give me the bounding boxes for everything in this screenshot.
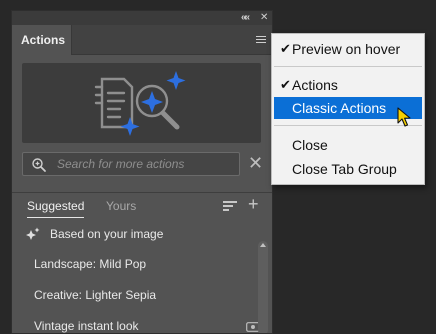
checkmark-icon: ✔ <box>280 77 291 92</box>
actions-illustration-icon <box>94 71 186 136</box>
scrollbar[interactable] <box>258 241 268 333</box>
menu-item-label: Actions <box>292 77 338 93</box>
collapse-icon[interactable]: «« <box>241 12 250 24</box>
list-item[interactable]: Creative: Lighter Sepia <box>22 280 266 311</box>
scroll-up-icon[interactable] <box>260 243 266 247</box>
menu-item-preview-on-hover[interactable]: ✔ Preview on hover <box>274 38 422 60</box>
list-header: Based on your image <box>22 223 266 245</box>
add-icon[interactable]: + <box>248 194 259 214</box>
menu-item-label: Close Tab Group <box>292 161 397 177</box>
menu-item-close-tab-group[interactable]: Close Tab Group <box>274 158 422 180</box>
list-item-label: Creative: Lighter Sepia <box>34 288 157 302</box>
list-item-label: Vintage instant look <box>34 319 139 333</box>
actions-illustration <box>22 63 261 143</box>
menu-item-label: Preview on hover <box>292 41 401 57</box>
search-row: ✕ <box>22 152 267 176</box>
photoshop-workspace: «« ✕ Actions Search for more actions ✕ S… <box>0 0 436 334</box>
list-view-icon[interactable] <box>223 201 237 211</box>
divider <box>12 192 272 193</box>
suggested-list: Based on your image Landscape: Mild Pop … <box>22 223 266 333</box>
list-item-label: Landscape: Mild Pop <box>34 257 147 271</box>
menu-item-actions[interactable]: ✔ Actions <box>274 74 422 96</box>
checkmark-icon: ✔ <box>280 41 291 56</box>
subtab-yours[interactable]: Yours <box>106 197 136 215</box>
clear-icon[interactable]: ✕ <box>248 153 263 173</box>
search-box[interactable] <box>22 152 240 176</box>
search-input[interactable] <box>57 153 235 175</box>
list-header-label: Based on your image <box>50 227 164 241</box>
list-item[interactable]: Landscape: Mild Pop <box>22 249 266 280</box>
menu-item-close[interactable]: Close <box>274 134 422 156</box>
subtab-suggested[interactable]: Suggested <box>27 197 85 218</box>
actions-panel: «« ✕ Actions Search for more actions ✕ S… <box>11 10 273 334</box>
cursor-icon <box>397 107 411 127</box>
panel-menu-icon[interactable] <box>256 36 266 44</box>
sparkle-icon <box>26 227 40 240</box>
tab-actions[interactable]: Actions <box>12 25 72 55</box>
search-sparkle-icon <box>32 158 46 172</box>
menu-separator <box>274 66 422 67</box>
menu-item-label: Close <box>292 137 328 153</box>
panel-topbar: «« ✕ <box>12 11 272 25</box>
subtabs: Suggested Yours + <box>26 194 266 219</box>
menu-item-label: Classic Actions <box>292 100 387 116</box>
list-item[interactable]: Vintage instant look <box>22 311 266 333</box>
panel-tabbar: Actions <box>12 25 272 55</box>
close-icon[interactable]: ✕ <box>260 12 268 24</box>
